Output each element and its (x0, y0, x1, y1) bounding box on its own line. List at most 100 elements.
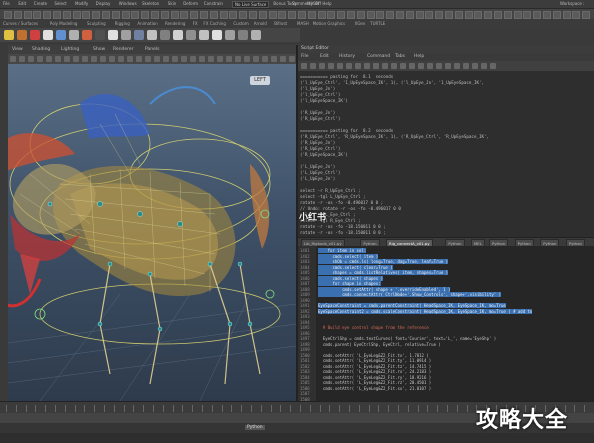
viewport-tool-icon[interactable] (127, 56, 133, 62)
script-history-output[interactable]: =========== pasting for 8.1 seconds ('l_U… (298, 71, 594, 237)
status-line-icon[interactable] (102, 11, 110, 19)
shelf-tab[interactable]: XGen (355, 21, 366, 26)
status-line-icon[interactable] (523, 11, 532, 19)
script-tool-icon[interactable] (472, 63, 478, 69)
menu-item-display[interactable]: Display (96, 1, 111, 6)
viewport-tool-icon[interactable] (154, 56, 160, 62)
shelf-tool-icon[interactable] (56, 30, 66, 40)
viewport-tool-icon[interactable] (19, 56, 25, 62)
script-tool-icon[interactable] (337, 63, 343, 69)
status-line-icon[interactable] (494, 11, 502, 19)
viewport-tool-icon[interactable] (280, 56, 286, 62)
shelf-tool-icon[interactable] (17, 30, 27, 40)
shelf-tab[interactable]: Rendering (165, 21, 185, 26)
script-tool-icon[interactable] (490, 63, 496, 69)
status-line-icon[interactable] (503, 11, 512, 19)
viewport-menu-lighting[interactable]: Lighting (61, 47, 79, 52)
status-line-icon[interactable] (317, 11, 326, 19)
viewport-tool-icon[interactable] (136, 56, 142, 62)
status-line-icon[interactable] (376, 11, 385, 19)
status-line-icon[interactable] (170, 11, 179, 19)
script-tool-icon[interactable] (382, 63, 388, 69)
viewport-tool-icon[interactable] (163, 56, 169, 62)
status-line-icon[interactable] (425, 11, 434, 19)
script-tool-icon[interactable] (328, 63, 334, 69)
status-line-icon[interactable] (454, 11, 463, 19)
viewport-tool-icon[interactable] (172, 56, 178, 62)
status-line-icon[interactable] (356, 11, 365, 19)
script-menu-help[interactable]: Help (414, 54, 424, 59)
shelf-tool-icon[interactable] (43, 30, 53, 40)
status-line-icon[interactable] (141, 11, 150, 19)
status-line-icon[interactable] (513, 11, 522, 19)
shelf-tool-icon[interactable] (186, 30, 196, 40)
shelf-tool-icon[interactable] (4, 30, 14, 40)
shelf-tool-icon[interactable] (212, 30, 222, 40)
status-line-icon[interactable] (288, 11, 297, 19)
status-line-icon[interactable] (239, 11, 248, 19)
viewport-tool-icon[interactable] (91, 56, 97, 62)
script-tool-icon[interactable] (301, 63, 307, 69)
status-line-icon[interactable] (131, 11, 140, 19)
script-menu-tabs[interactable]: Tabs (395, 54, 405, 59)
menu-item-edit[interactable]: Edit (18, 1, 26, 6)
shelf-tab[interactable]: Animation (137, 21, 157, 26)
viewport-menu-panels[interactable]: Panels (145, 47, 159, 52)
status-line-icon[interactable] (562, 11, 571, 19)
shelf-tab[interactable]: TURTLE (370, 21, 385, 26)
shelf-tool-icon[interactable] (82, 30, 92, 40)
status-line-icon[interactable] (415, 11, 424, 19)
script-tool-icon[interactable] (427, 63, 433, 69)
status-line-icon[interactable] (53, 11, 61, 19)
status-line-icon[interactable] (307, 11, 316, 19)
shelf-tool-icon[interactable] (251, 30, 261, 40)
status-line-icon[interactable] (111, 11, 120, 19)
viewport-menu-show[interactable]: Show (93, 47, 105, 52)
status-line-icon[interactable] (582, 11, 591, 19)
script-tool-icon[interactable] (391, 63, 397, 69)
viewport-3d[interactable]: LEFT (0, 64, 296, 401)
shelf-tool-icon[interactable] (238, 30, 248, 40)
viewport-menu-view[interactable]: View (12, 47, 23, 52)
viewport-tool-icon[interactable] (10, 56, 16, 62)
shelf-tool-icon[interactable] (160, 30, 170, 40)
status-line-icon[interactable] (347, 11, 355, 19)
script-tool-icon[interactable] (310, 63, 316, 69)
viewport-tool-icon[interactable] (253, 56, 259, 62)
shelf-tab[interactable]: FX (193, 21, 198, 26)
status-line-icon[interactable] (396, 11, 404, 19)
script-tool-icon[interactable] (355, 63, 361, 69)
viewport-tool-icon[interactable] (73, 56, 79, 62)
script-input-editor[interactable]: 1481 1482 1483 1484 1485 1486 1487 1488 1489 1490… (298, 246, 594, 401)
status-line-icon[interactable] (435, 11, 444, 19)
shelf-tool-icon[interactable] (95, 30, 105, 40)
shelf-tab[interactable]: MASH (297, 21, 309, 26)
status-line-icon[interactable] (13, 11, 22, 19)
status-line-icon[interactable] (543, 11, 551, 19)
viewport-tool-icon[interactable] (145, 56, 151, 62)
status-line-icon[interactable] (229, 11, 238, 19)
script-tool-icon[interactable] (409, 63, 415, 69)
live-surface-dropdown[interactable]: No Live Surface (232, 1, 270, 8)
viewport-tool-icon[interactable] (289, 56, 295, 62)
viewport-tool-icon[interactable] (28, 56, 34, 62)
script-menu-command[interactable]: Command (367, 54, 390, 59)
status-line-icon[interactable] (386, 11, 395, 19)
viewport-tool-icon[interactable] (181, 56, 187, 62)
viewport-tool-icon[interactable] (82, 56, 88, 62)
viewport-tool-icon[interactable] (190, 56, 196, 62)
script-menu-history[interactable]: History (339, 54, 355, 59)
status-line-icon[interactable] (405, 11, 414, 19)
symmetry-label[interactable]: Symmetry: Off (292, 1, 321, 6)
shelf-tab[interactable]: Custom (233, 21, 248, 26)
shelf-tool-icon[interactable] (69, 30, 79, 40)
viewport-tool-icon[interactable] (55, 56, 61, 62)
viewport-tool-icon[interactable] (217, 56, 223, 62)
menu-item-select[interactable]: Select (54, 1, 66, 6)
shelf-tool-icon[interactable] (30, 30, 40, 40)
viewport-tool-icon[interactable] (208, 56, 214, 62)
script-tool-icon[interactable] (481, 63, 487, 69)
status-line-icon[interactable] (151, 11, 159, 19)
status-line-icon[interactable] (219, 11, 228, 19)
status-line-icon[interactable] (533, 11, 542, 19)
